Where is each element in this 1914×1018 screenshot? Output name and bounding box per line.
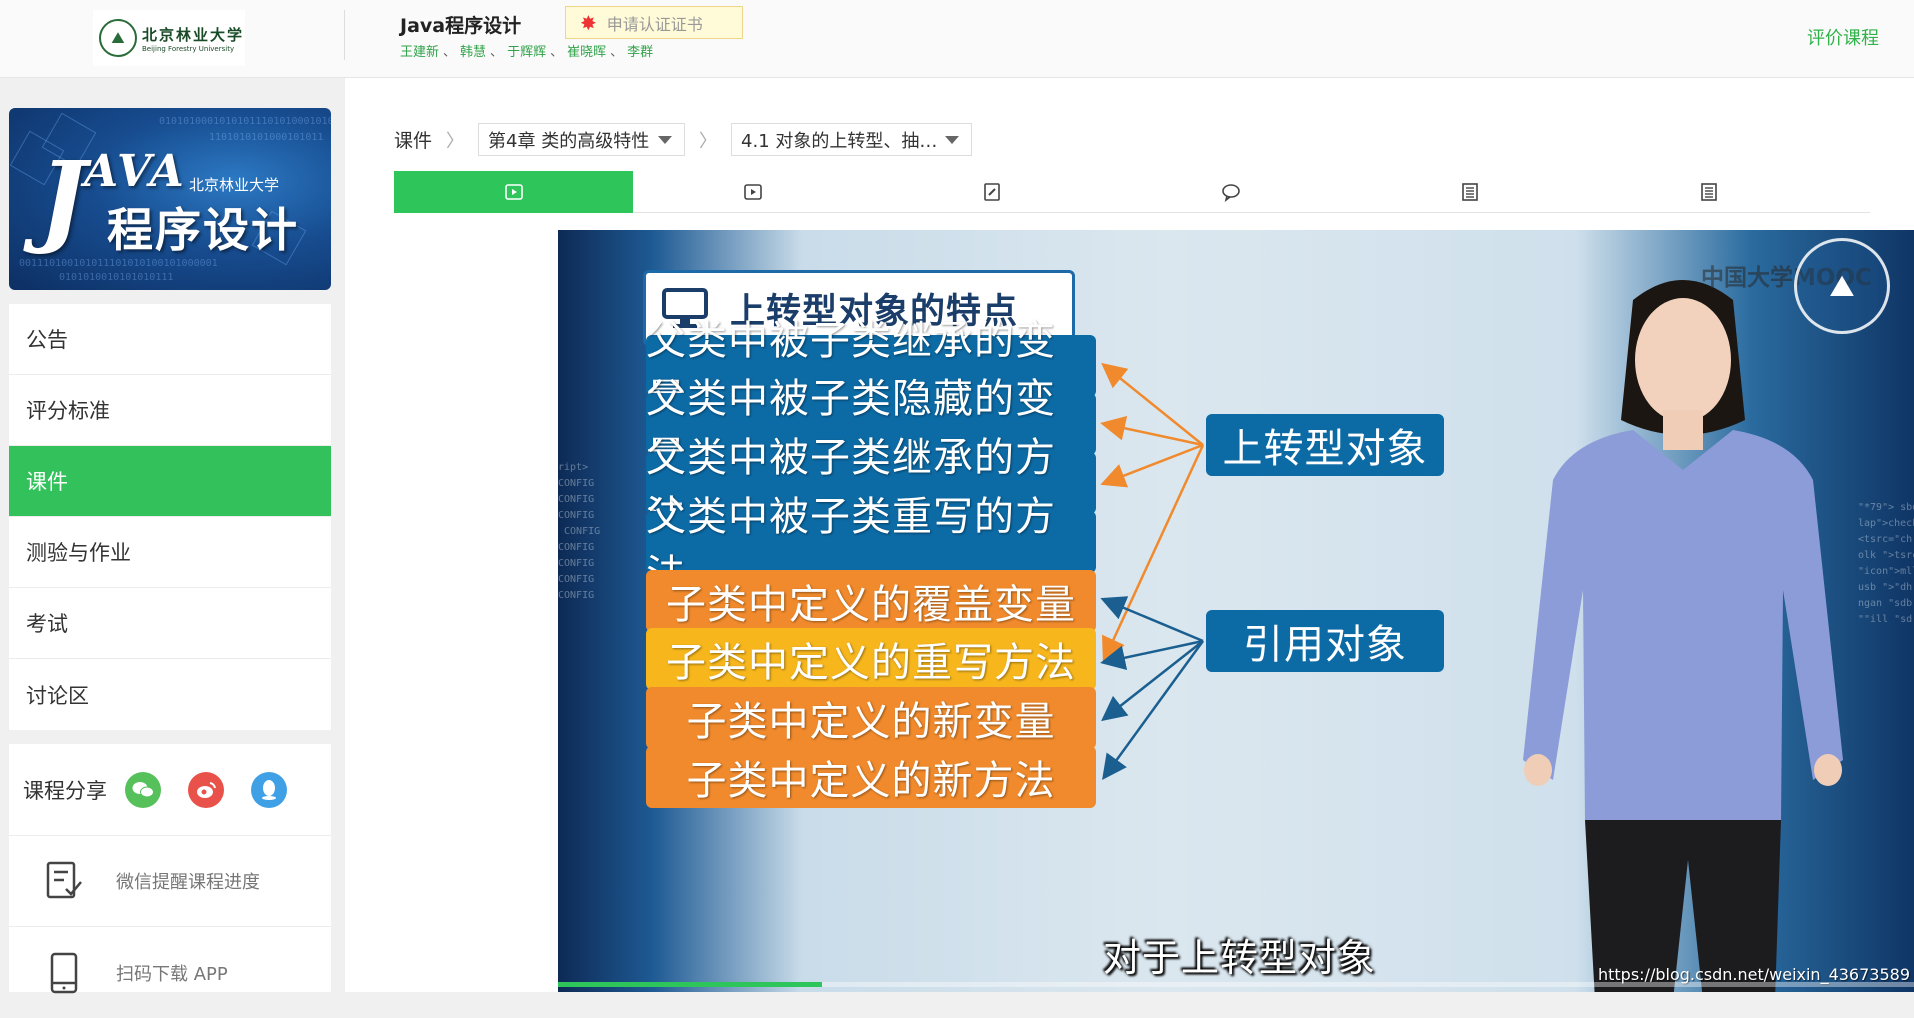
tab-video-1[interactable]	[394, 171, 633, 213]
video-progress-bar[interactable]	[558, 982, 1914, 987]
menu-item-exam[interactable]: 考试	[9, 588, 331, 659]
certificate-badge-icon: ✸	[580, 10, 597, 35]
breadcrumb-root[interactable]: 课件	[394, 126, 432, 153]
checklist-icon	[46, 861, 82, 899]
breadcrumb: 课件 〉 第4章 类的高级特性 〉 4.1 对象的上转型、抽…	[394, 123, 973, 156]
section-select[interactable]: 4.1 对象的上转型、抽…	[731, 123, 973, 156]
banner-j-letter: J	[39, 139, 87, 257]
video-player[interactable]: ript> CONFIG CONFIG CONFIG CONFIG CONFIG…	[558, 230, 1914, 992]
teacher-link[interactable]: 王建新	[400, 41, 439, 60]
teacher-separator: 、	[443, 45, 457, 60]
evaluate-course-link[interactable]: 评价课程	[1807, 24, 1879, 50]
download-app-label: 扫码下载 APP	[116, 963, 228, 985]
left-sidebar: 0101010001010101110101000101011 11010101…	[0, 78, 344, 993]
tab-document-1[interactable]	[1350, 171, 1589, 213]
share-row: 课程分享	[9, 744, 331, 836]
top-header: ⛰ 北京林业大学 Beijing Forestry University Jav…	[0, 0, 1914, 78]
university-seal-icon: ⛰	[99, 19, 137, 57]
video-progress-fill	[558, 982, 823, 987]
teacher-separator: 、	[550, 45, 564, 60]
teacher-link[interactable]: 李群	[627, 41, 653, 60]
wechat-share-icon[interactable]	[125, 771, 161, 808]
course-banner: 0101010001010101110101000101011 11010101…	[9, 108, 331, 290]
menu-item-discussion[interactable]: 讨论区	[9, 659, 331, 730]
banner-java-text: AVA	[84, 146, 186, 197]
apply-certificate-label: 申请认证证书	[606, 14, 703, 34]
share-label: 课程分享	[23, 778, 107, 803]
menu-item-grading[interactable]: 评分标准	[9, 375, 331, 446]
teacher-separator: 、	[610, 45, 624, 60]
chevron-down-icon	[945, 136, 960, 144]
tab-exercise[interactable]	[872, 171, 1111, 213]
tab-document-2[interactable]	[1589, 171, 1828, 213]
teacher-link[interactable]: 于辉辉	[507, 41, 546, 60]
presenter-figure	[1523, 280, 1843, 992]
chevron-down-icon	[658, 136, 673, 144]
chapter-select[interactable]: 第4章 类的高级特性	[478, 123, 686, 156]
menu-item-announcement[interactable]: 公告	[9, 304, 331, 375]
menu-item-quiz-homework[interactable]: 测验与作业	[9, 517, 331, 588]
banner-program: 程序设计	[107, 203, 299, 257]
video-play-icon	[504, 184, 523, 200]
document-icon	[1461, 183, 1478, 201]
qq-share-icon[interactable]	[251, 771, 287, 808]
unit-tabs	[394, 171, 1870, 213]
university-seal-icon: ⛰	[1794, 238, 1890, 334]
video-subtitle: 对于上转型对象	[1103, 936, 1377, 980]
wechat-reminder-button[interactable]: 微信提醒课程进度	[9, 836, 331, 927]
weibo-share-icon[interactable]	[188, 771, 224, 808]
course-menu: 公告 评分标准 课件 测验与作业 考试 讨论区	[9, 304, 331, 730]
course-title: Java程序设计	[400, 15, 522, 37]
banner-university: 北京林业大学	[189, 176, 280, 194]
teacher-list: 王建新 、 韩慧 、 于辉辉 、 崔晓晖 、 李群	[400, 41, 653, 60]
chapter-select-value: 第4章 类的高级特性	[488, 130, 650, 152]
discussion-icon	[1221, 184, 1240, 202]
teacher-link[interactable]: 韩慧	[460, 41, 486, 60]
menu-item-courseware[interactable]: 课件	[9, 446, 331, 517]
wechat-reminder-label: 微信提醒课程进度	[116, 872, 260, 893]
chevron-right-icon: 〉	[699, 130, 718, 152]
tab-video-2[interactable]	[633, 171, 872, 213]
download-app-button[interactable]: 扫码下载 APP	[9, 927, 331, 1018]
phone-icon	[50, 952, 78, 993]
slide-arrows	[1100, 362, 1205, 781]
logo-chinese-name: 北京林业大学	[142, 25, 245, 44]
logo-english-name: Beijing Forestry University	[142, 44, 235, 53]
header-divider	[344, 10, 345, 60]
section-select-value: 4.1 对象的上转型、抽…	[741, 130, 938, 152]
university-logo[interactable]: ⛰ 北京林业大学 Beijing Forestry University	[93, 10, 245, 66]
main-content: 课件 〉 第4章 类的高级特性 〉 4.1 对象的上转型、抽… ript> CO…	[345, 78, 1914, 992]
share-panel: 课程分享 微信提醒课程进度 扫码下载 APP	[9, 744, 331, 993]
teacher-separator: 、	[490, 45, 504, 60]
tab-discussion[interactable]	[1111, 171, 1350, 213]
teacher-link[interactable]: 崔晓晖	[567, 41, 606, 60]
edit-doc-icon	[983, 183, 1000, 201]
apply-certificate-button[interactable]: ✸ 申请认证证书	[565, 6, 743, 39]
document-icon	[1700, 183, 1717, 201]
video-play-icon	[743, 184, 762, 200]
chevron-right-icon: 〉	[446, 130, 465, 152]
